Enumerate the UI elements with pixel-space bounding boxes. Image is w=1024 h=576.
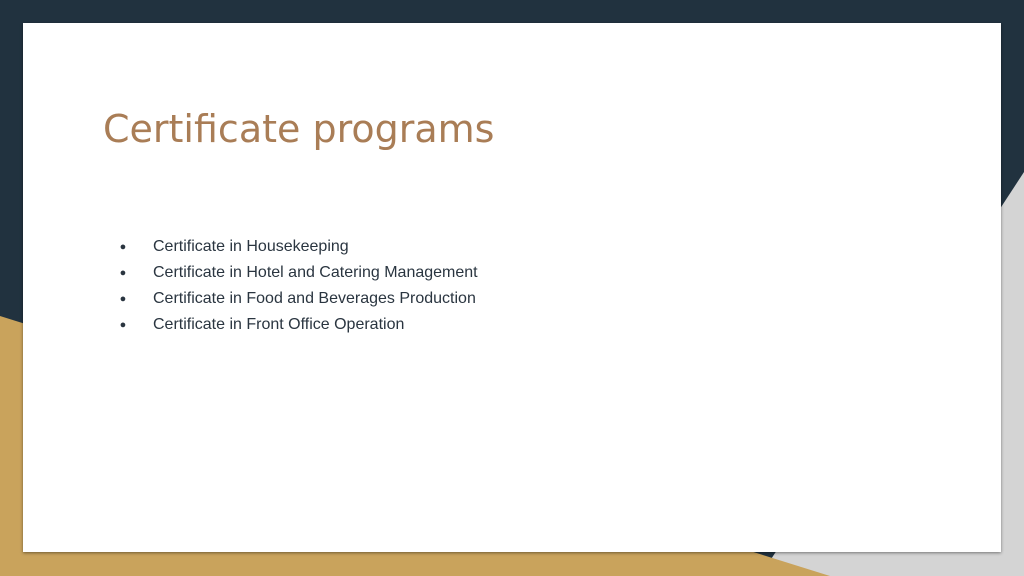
- bullet-icon: ●: [119, 293, 127, 305]
- bullet-icon: ●: [119, 319, 127, 331]
- slide-title: Certificate programs: [103, 107, 495, 151]
- list-item-text: Certificate in Food and Beverages Produc…: [153, 290, 476, 307]
- list-item-text: Certificate in Front Office Operation: [153, 316, 405, 333]
- bullet-icon: ●: [119, 241, 127, 253]
- bullet-icon: ●: [119, 267, 127, 279]
- list-item-text: Certificate in Hotel and Catering Manage…: [153, 264, 478, 281]
- slide-card: Certificate programs ● Certificate in Ho…: [23, 23, 1001, 552]
- list-item-text: Certificate in Housekeeping: [153, 238, 349, 255]
- slide-canvas: Certificate programs ● Certificate in Ho…: [0, 0, 1024, 576]
